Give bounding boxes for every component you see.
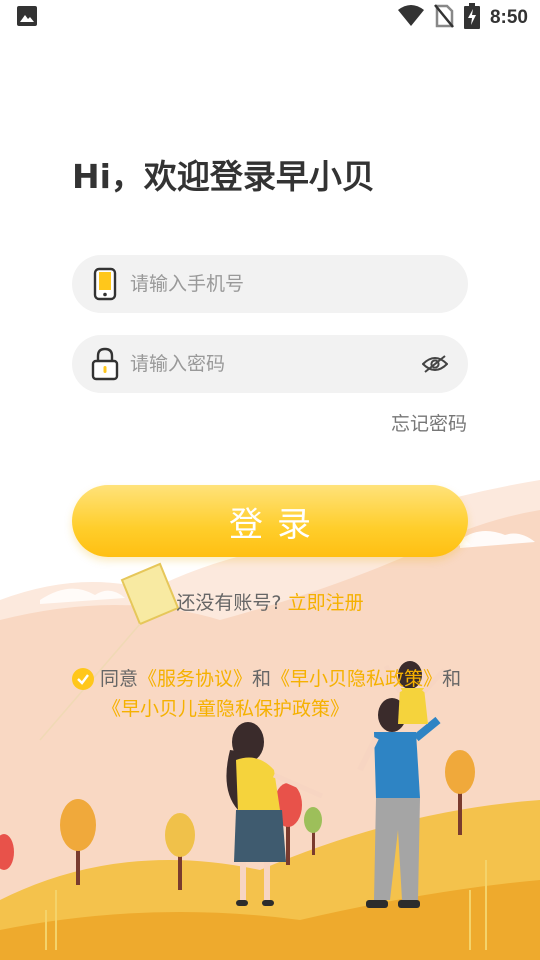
phone-field[interactable]: [72, 255, 468, 313]
page-title: Hi，欢迎登录早小贝: [72, 157, 375, 196]
status-icons: 8:50: [397, 3, 528, 33]
agreement-checkbox[interactable]: [72, 668, 94, 690]
and-text-2: 和: [442, 668, 462, 690]
agreement: 同意 《服务协议》 和 《早小贝隐私政策》 和 《早小贝儿童隐私保护政策》: [72, 664, 492, 724]
no-account-text: 还没有账号?: [176, 592, 282, 614]
status-bar: 8:50: [0, 0, 540, 36]
status-time: 8:50: [489, 7, 528, 28]
register-row: 还没有账号? 立即注册: [0, 588, 540, 615]
agree-text: 同意: [100, 668, 139, 690]
phone-input[interactable]: [130, 273, 450, 295]
battery-charging-icon: [463, 3, 480, 33]
phone-icon: [90, 266, 120, 302]
forgot-password-link[interactable]: 忘记密码: [391, 409, 467, 436]
no-sim-icon: [434, 4, 454, 32]
service-agreement-link[interactable]: 《服务协议》: [138, 664, 252, 694]
password-input[interactable]: [130, 353, 420, 375]
check-icon: [77, 674, 89, 685]
password-field[interactable]: [72, 335, 468, 393]
privacy-policy-link[interactable]: 《早小贝隐私政策》: [271, 664, 442, 694]
login-button[interactable]: 登录: [72, 485, 468, 557]
register-link[interactable]: 立即注册: [288, 592, 364, 614]
wifi-icon: [397, 5, 424, 31]
eye-hidden-icon[interactable]: [420, 349, 450, 379]
children-privacy-link[interactable]: 《早小贝儿童隐私保护政策》: [102, 698, 349, 720]
and-text-1: 和: [252, 668, 272, 690]
lock-icon: [90, 346, 120, 382]
image-icon: [16, 5, 38, 31]
